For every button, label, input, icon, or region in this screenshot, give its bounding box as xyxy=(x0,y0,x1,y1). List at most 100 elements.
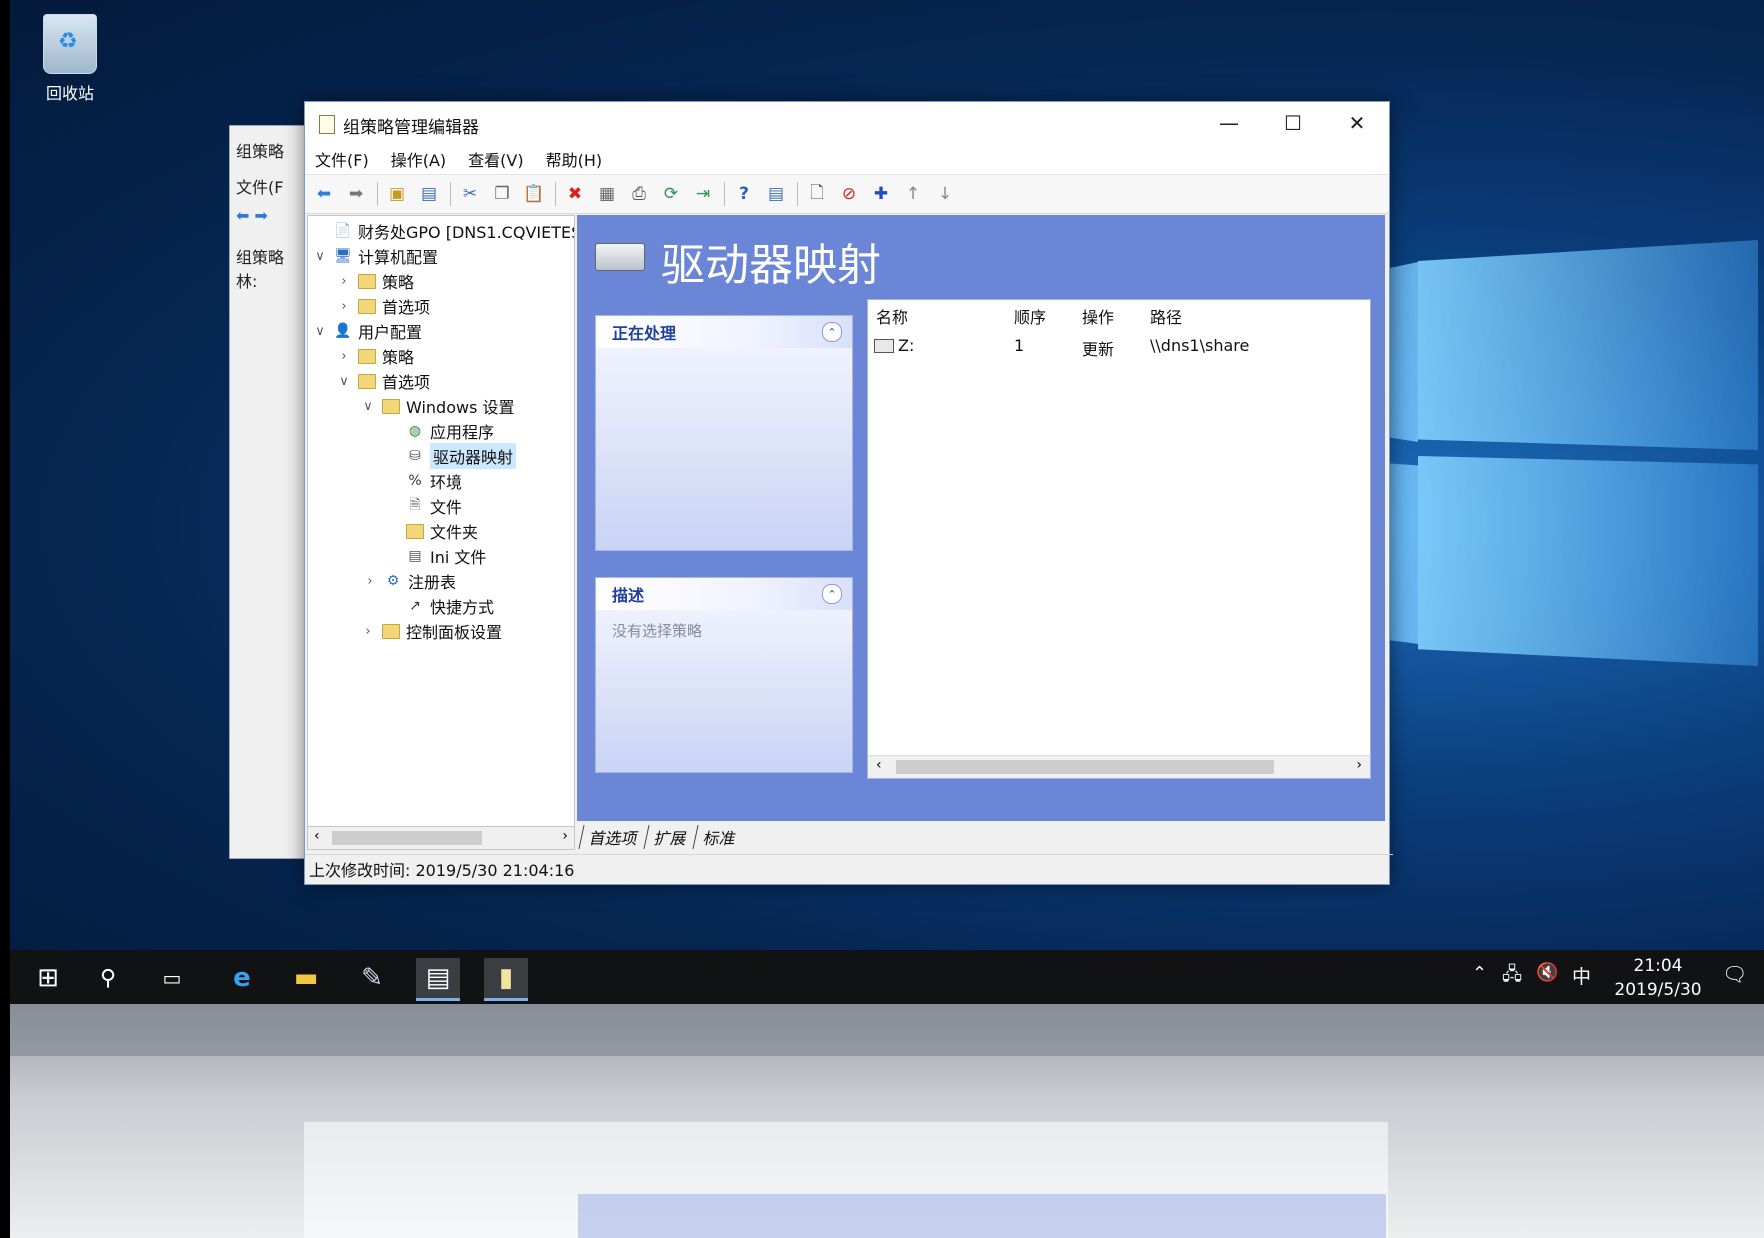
column-header-name[interactable]: 名称 xyxy=(876,304,908,328)
tree-computer-config[interactable]: ∨ 🖥 计算机配置 xyxy=(312,243,438,269)
column-header-path[interactable]: 路径 xyxy=(1150,304,1182,328)
windows-logo-pane xyxy=(1418,240,1758,450)
column-header-action[interactable]: 操作 xyxy=(1082,304,1114,328)
scroll-left-icon[interactable]: ‹ xyxy=(876,757,882,773)
properties-icon[interactable]: ▦ xyxy=(594,181,620,207)
tab-extended[interactable]: 扩展 xyxy=(643,825,698,849)
notification-icon[interactable]: 🗨 xyxy=(1722,962,1747,986)
menu-file[interactable]: 文件(F) xyxy=(315,147,369,171)
console-tree[interactable]: 📄 财务处GPO [DNS1.CQVIETES ∨ 🖥 计算机配置 › 策略 › 首选项 … xyxy=(307,215,575,837)
task-view-icon[interactable]: ▭ xyxy=(150,958,194,998)
paste-icon[interactable]: 📋 xyxy=(521,181,547,207)
menu-action[interactable]: 操作(A) xyxy=(391,147,446,171)
export-icon[interactable]: ⇥ xyxy=(690,181,716,207)
chevron-down-icon[interactable]: ∨ xyxy=(312,249,328,264)
tree-applications[interactable]: ◍ 应用程序 xyxy=(384,418,494,444)
chevron-down-icon[interactable]: ∨ xyxy=(312,324,328,339)
start-button[interactable]: ⊞ xyxy=(26,958,70,998)
tree-drive-maps[interactable]: ⛁ 驱动器映射 xyxy=(384,443,517,469)
menu-view[interactable]: 查看(V) xyxy=(468,147,523,171)
back-window-tree-root[interactable]: 组策略 xyxy=(236,244,284,268)
drive-map-list[interactable]: 名称 顺序 操作 路径 Z: 1 更新 \\dns1\share ‹ › xyxy=(867,299,1371,779)
tree-windows-settings[interactable]: ∨ Windows 设置 xyxy=(360,393,514,419)
preview-icon[interactable]: 🗋 xyxy=(804,181,830,207)
tree-root[interactable]: 📄 财务处GPO [DNS1.CQVIETES xyxy=(312,218,574,244)
scroll-left-icon[interactable]: ‹ xyxy=(314,828,320,844)
tab-standard[interactable]: 标准 xyxy=(692,825,747,849)
chevron-right-icon[interactable]: › xyxy=(336,299,352,314)
chevron-right-icon[interactable]: › xyxy=(362,574,378,589)
taskbar-reflection xyxy=(10,1004,1764,1056)
disable-icon[interactable]: ⊘ xyxy=(836,181,862,207)
show-hidden-icons-icon[interactable]: ⌃ xyxy=(1472,963,1487,984)
scroll-right-icon[interactable]: › xyxy=(562,828,568,844)
show-action-pane-icon[interactable]: ▤ xyxy=(763,181,789,207)
chevron-right-icon[interactable]: › xyxy=(336,274,352,289)
show-hide-tree-icon[interactable]: ▤ xyxy=(416,181,442,207)
tree-registry[interactable]: › ⚙ 注册表 xyxy=(367,568,456,594)
print-icon[interactable]: ⎙ xyxy=(626,181,652,207)
tree-control-panel[interactable]: › 控制面板设置 xyxy=(360,618,502,644)
control-panel-app-icon[interactable]: ✎ xyxy=(350,958,394,998)
tree-user-config[interactable]: ∨ 👤 用户配置 xyxy=(312,318,422,344)
chevron-down-icon[interactable]: ∨ xyxy=(360,399,376,414)
tree-user-preferences[interactable]: ∨ 首选项 xyxy=(336,368,430,394)
tab-preferences[interactable]: 首选项 xyxy=(578,825,649,849)
cell-path: \\dns1\share xyxy=(1150,336,1250,355)
tree-computer-policies[interactable]: › 策略 xyxy=(336,268,414,294)
folder-icon xyxy=(382,398,400,414)
minimize-button[interactable]: — xyxy=(1197,102,1261,144)
cut-icon[interactable]: ✂ xyxy=(457,181,483,207)
column-header-order[interactable]: 顺序 xyxy=(1014,304,1046,328)
tree-horizontal-scrollbar[interactable]: ‹ › xyxy=(307,826,575,850)
forward-icon[interactable]: ➡ xyxy=(343,181,369,207)
scrollbar-thumb[interactable] xyxy=(896,760,1274,774)
tree-files[interactable]: 🗎 文件 xyxy=(384,493,462,519)
title-bar[interactable]: 组策略管理编辑器 — ☐ ✕ xyxy=(305,102,1389,144)
tree-user-policies[interactable]: › 策略 xyxy=(336,343,414,369)
drive-map-icon xyxy=(595,243,645,271)
list-horizontal-scrollbar[interactable]: ‹ › xyxy=(868,755,1370,778)
pane-reflection xyxy=(578,1194,1386,1238)
file-explorer-icon[interactable]: ▬ xyxy=(284,958,328,998)
chevron-right-icon[interactable]: › xyxy=(336,349,352,364)
internet-explorer-icon[interactable]: e xyxy=(220,958,264,998)
tree-computer-preferences[interactable]: › 首选项 xyxy=(336,293,430,319)
move-up-icon[interactable]: ↑ xyxy=(900,181,926,207)
user-icon: 👤 xyxy=(334,323,352,339)
network-icon[interactable]: 🖧 xyxy=(1502,962,1522,992)
collapse-icon[interactable]: ⌃ xyxy=(822,322,842,342)
collapse-icon[interactable]: ⌃ xyxy=(822,584,842,604)
help-icon[interactable]: ? xyxy=(731,181,757,207)
tree-environment[interactable]: % 环境 xyxy=(384,468,462,494)
back-window-menu-file[interactable]: 文件(F xyxy=(236,174,283,198)
close-button[interactable]: ✕ xyxy=(1325,102,1389,144)
maximize-button[interactable]: ☐ xyxy=(1261,102,1325,144)
move-down-icon[interactable]: ↓ xyxy=(932,181,958,207)
ime-indicator[interactable]: 中 xyxy=(1572,962,1591,989)
up-folder-icon[interactable]: ▣ xyxy=(384,181,410,207)
chevron-down-icon[interactable]: ∨ xyxy=(336,374,352,389)
chevron-right-icon[interactable]: › xyxy=(360,624,376,639)
tree-ini-files[interactable]: ▤ Ini 文件 xyxy=(384,543,486,569)
group-policy-editor-task-icon[interactable]: ▮ xyxy=(484,958,528,1001)
back-window-tree-forest[interactable]: 林: xyxy=(236,268,257,292)
group-policy-management-icon[interactable]: ▤ xyxy=(416,958,460,1001)
clock[interactable]: 21:04 2019/5/30 xyxy=(1610,954,1706,1002)
delete-icon[interactable]: ✖ xyxy=(562,181,588,207)
group-policy-editor-window[interactable]: 组策略管理编辑器 — ☐ ✕ 文件(F) 操作(A) 查看(V) 帮助(H) ⬅… xyxy=(304,101,1393,885)
search-icon[interactable]: ⚲ xyxy=(86,958,130,998)
volume-muted-icon[interactable]: 🔇 xyxy=(1536,962,1558,983)
menu-help[interactable]: 帮助(H) xyxy=(546,147,603,171)
copy-icon[interactable]: ❐ xyxy=(489,181,515,207)
taskbar: ⊞ ⚲ ▭ e ▬ ✎ ▤ ▮ ⌃ 🖧 🔇 中 21:04 2019/5/30 … xyxy=(10,950,1764,1004)
tree-folders[interactable]: 文件夹 xyxy=(384,518,478,544)
add-icon[interactable]: ✚ xyxy=(868,181,894,207)
tree-shortcuts[interactable]: ↗ 快捷方式 xyxy=(384,593,494,619)
recycle-bin[interactable]: 回收站 xyxy=(30,14,110,104)
scroll-right-icon[interactable]: › xyxy=(1356,757,1362,773)
refresh-icon[interactable]: ⟳ xyxy=(658,181,684,207)
back-icon[interactable]: ⬅ xyxy=(311,181,337,207)
scrollbar-thumb[interactable] xyxy=(332,831,482,845)
window-title: 组策略管理编辑器 xyxy=(343,118,479,138)
